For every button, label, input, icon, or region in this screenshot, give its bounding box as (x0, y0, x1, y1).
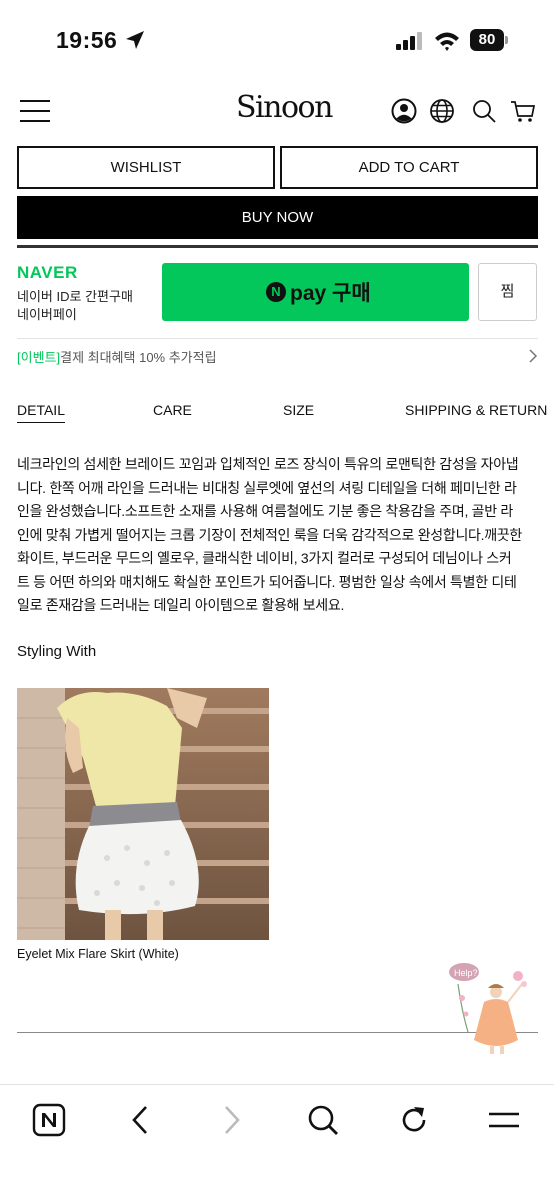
styling-product-image[interactable] (17, 688, 269, 940)
description-line: 니다. 한쪽 어깨 라인을 드러내는 비대칭 실루엣에 옆선의 셔링 디테일을 … (17, 479, 517, 496)
battery-level: 80 (470, 29, 504, 51)
tab-detail[interactable]: DETAIL (17, 402, 65, 423)
description-line: 화이트, 부드러운 무드의 옐로우, 클래식한 네이비, 3가지 컬러로 구성되… (17, 550, 512, 566)
site-header: Sinoon (0, 86, 554, 138)
product-caption[interactable]: Eyelet Mix Flare Skirt (White) (17, 947, 179, 961)
naver-pay-buy-button[interactable]: N pay 구매 (162, 263, 469, 321)
account-icon[interactable] (391, 98, 417, 124)
description-line: 인에 맞춰 가볍게 떨어지는 크롭 기장이 전체적인 룩을 더욱 감각적으로 완… (17, 526, 522, 543)
description-line: 네크라인의 섬세한 브레이드 꼬임과 입체적인 로즈 장식이 특유의 로맨틱한 … (17, 456, 519, 472)
reload-icon[interactable] (397, 1103, 431, 1137)
help-bubble-text: Help? (454, 968, 478, 978)
menu-icon[interactable] (20, 98, 50, 122)
naver-id-text: 네이버 ID로 간편구매 (17, 289, 133, 304)
event-description: 결제 최대혜택 10% 추가적립 (60, 350, 217, 365)
cart-icon[interactable] (510, 98, 536, 124)
description-line: 일로 존재감을 드러내는 데일리 아이템으로 활용해 보세요. (17, 597, 345, 613)
tab-size[interactable]: SIZE (283, 402, 314, 422)
buy-now-button[interactable]: BUY NOW (17, 196, 538, 239)
event-tag: [이벤트] (17, 350, 61, 365)
globe-icon[interactable] (429, 98, 455, 124)
chevron-right-icon (529, 349, 538, 363)
forward-icon[interactable] (214, 1103, 248, 1137)
add-to-cart-button[interactable]: ADD TO CART (280, 146, 538, 189)
location-arrow-icon (126, 31, 144, 49)
search-icon[interactable] (306, 1103, 340, 1137)
naver-home-icon[interactable] (32, 1103, 66, 1137)
tab-care[interactable]: CARE (153, 402, 192, 422)
tab-shipping-return[interactable]: SHIPPING & RETURN (405, 402, 547, 422)
naver-logo: NAVER (17, 263, 78, 282)
wifi-icon (435, 32, 459, 51)
wishlist-button[interactable]: WISHLIST (17, 146, 275, 189)
battery-icon: 80 (470, 29, 508, 51)
help-chat-widget[interactable]: Help? (448, 962, 530, 1058)
cellular-signal-icon (396, 32, 422, 50)
status-time: 19:56 (56, 27, 118, 53)
naver-pay-label: pay 구매 (290, 282, 371, 305)
naver-pay-text: 네이버페이 (17, 307, 77, 322)
brand-logo[interactable]: Sinoon (236, 90, 333, 125)
menu-icon[interactable] (487, 1103, 521, 1137)
event-banner[interactable]: [이벤트]결제 최대혜택 10% 추가적립 (17, 338, 538, 370)
description-line: 트 등 어떤 하의와 매치해도 확실한 포인트가 되어줍니다. 평범한 일상 속… (17, 573, 517, 590)
naver-n-icon: N (266, 282, 286, 302)
search-icon[interactable] (471, 98, 497, 124)
description-line: 인을 완성했습니다.소프트한 소재를 사용해 여름철에도 기분 좋은 착용감을 … (17, 503, 513, 519)
battery-cap (505, 36, 508, 44)
product-description: 네크라인의 섬세한 브레이드 꼬임과 입체적인 로즈 장식이 특유의 로맨틱한 … (17, 453, 539, 618)
section-divider (17, 245, 538, 248)
browser-toolbar (0, 1084, 554, 1200)
back-icon[interactable] (124, 1103, 158, 1137)
event-text: [이벤트]결제 최대혜택 10% 추가적립 (17, 347, 217, 366)
styling-with-title: Styling With (17, 643, 97, 660)
zzim-button[interactable]: 찜 (478, 263, 537, 321)
status-bar: 19:56 80 (0, 0, 554, 84)
